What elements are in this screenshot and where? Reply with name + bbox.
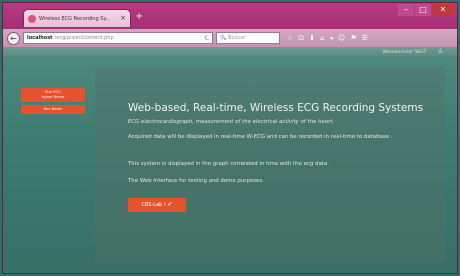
reload-icon[interactable]: C <box>205 35 209 42</box>
toolbar-icons: ☆ ⊡ ⬇ ⌂ ◂ ☺ ⚑ ☰ <box>287 34 368 42</box>
favicon-icon <box>28 14 36 23</box>
sidebar-button-run-never[interactable]: Run Never <box>21 104 85 114</box>
page-subtitle: ECG electrocardiograph, measurement of t… <box>128 119 335 125</box>
main-panel: Web-based, Real-time, Wireless ECG Recor… <box>95 67 445 263</box>
paragraph-web-interface: The Web Interface for testing and demo p… <box>128 178 264 184</box>
reading-list-icon[interactable]: ⊡ <box>298 34 304 42</box>
addon-icon[interactable]: ⚑ <box>350 34 356 42</box>
bookmark-star-icon[interactable]: ☆ <box>287 34 293 42</box>
new-tab-button[interactable]: + <box>135 12 143 22</box>
user-icon[interactable]: ♙ <box>438 48 443 55</box>
title-bar: Wireless ECG Recording Sy... × + – □ ✕ <box>3 3 457 29</box>
back-button[interactable]: ← <box>7 31 20 45</box>
navigation-bar: ← localhost /ecg/pisoni/content.php C 🔍 … <box>3 29 457 47</box>
page-top-bar: Welcome Enter 'WELT' ♙ <box>3 47 457 56</box>
window-controls: – □ ✕ <box>398 4 454 16</box>
cbs-lab-label: CBS-Lab ! <box>141 202 166 208</box>
paragraph-system-display: This system is displayed in the graph co… <box>128 161 329 167</box>
url-path: /ecg/pisoni/content.php <box>54 35 114 41</box>
browser-window: Wireless ECG Recording Sy... × + – □ ✕ ←… <box>2 2 458 274</box>
home-icon[interactable]: ⌂ <box>320 34 324 42</box>
url-host: localhost <box>27 35 53 41</box>
url-bar[interactable]: localhost /ecg/pisoni/content.php C <box>23 32 213 44</box>
search-placeholder: Buscar <box>228 35 246 41</box>
page-title: Web-based, Real-time, Wireless ECG Recor… <box>128 102 424 114</box>
maximize-button[interactable]: □ <box>415 4 431 16</box>
sidebar-button-run-ecg[interactable]: Run ECG layout Never <box>21 88 85 102</box>
tab-close-icon[interactable]: × <box>120 15 126 22</box>
search-input[interactable]: 🔍 Buscar <box>216 32 280 44</box>
tab-title: Wireless ECG Recording Sy... <box>39 15 111 22</box>
paragraph-acquired-data: Acquired data will be displayed in real-… <box>128 134 393 140</box>
cbs-lab-button[interactable]: CBS-Lab ! ✔ <box>128 198 186 212</box>
download-icon[interactable]: ⬇ <box>309 34 315 42</box>
search-icon: 🔍 <box>220 35 227 41</box>
sidebar: Run ECG layout Never Run Never <box>21 88 85 117</box>
page-content: Welcome Enter 'WELT' ♙ Run ECG layout Ne… <box>3 47 457 273</box>
menu-icon[interactable]: ☰ <box>362 34 368 42</box>
browser-tab[interactable]: Wireless ECG Recording Sy... × <box>23 9 131 27</box>
account-icon[interactable]: ☺ <box>338 34 345 42</box>
welcome-text: Welcome Enter 'WELT' <box>382 49 427 54</box>
check-icon: ✔ <box>167 201 173 208</box>
close-window-button[interactable]: ✕ <box>432 4 454 16</box>
share-icon[interactable]: ◂ <box>329 34 333 42</box>
minimize-button[interactable]: – <box>398 4 414 16</box>
